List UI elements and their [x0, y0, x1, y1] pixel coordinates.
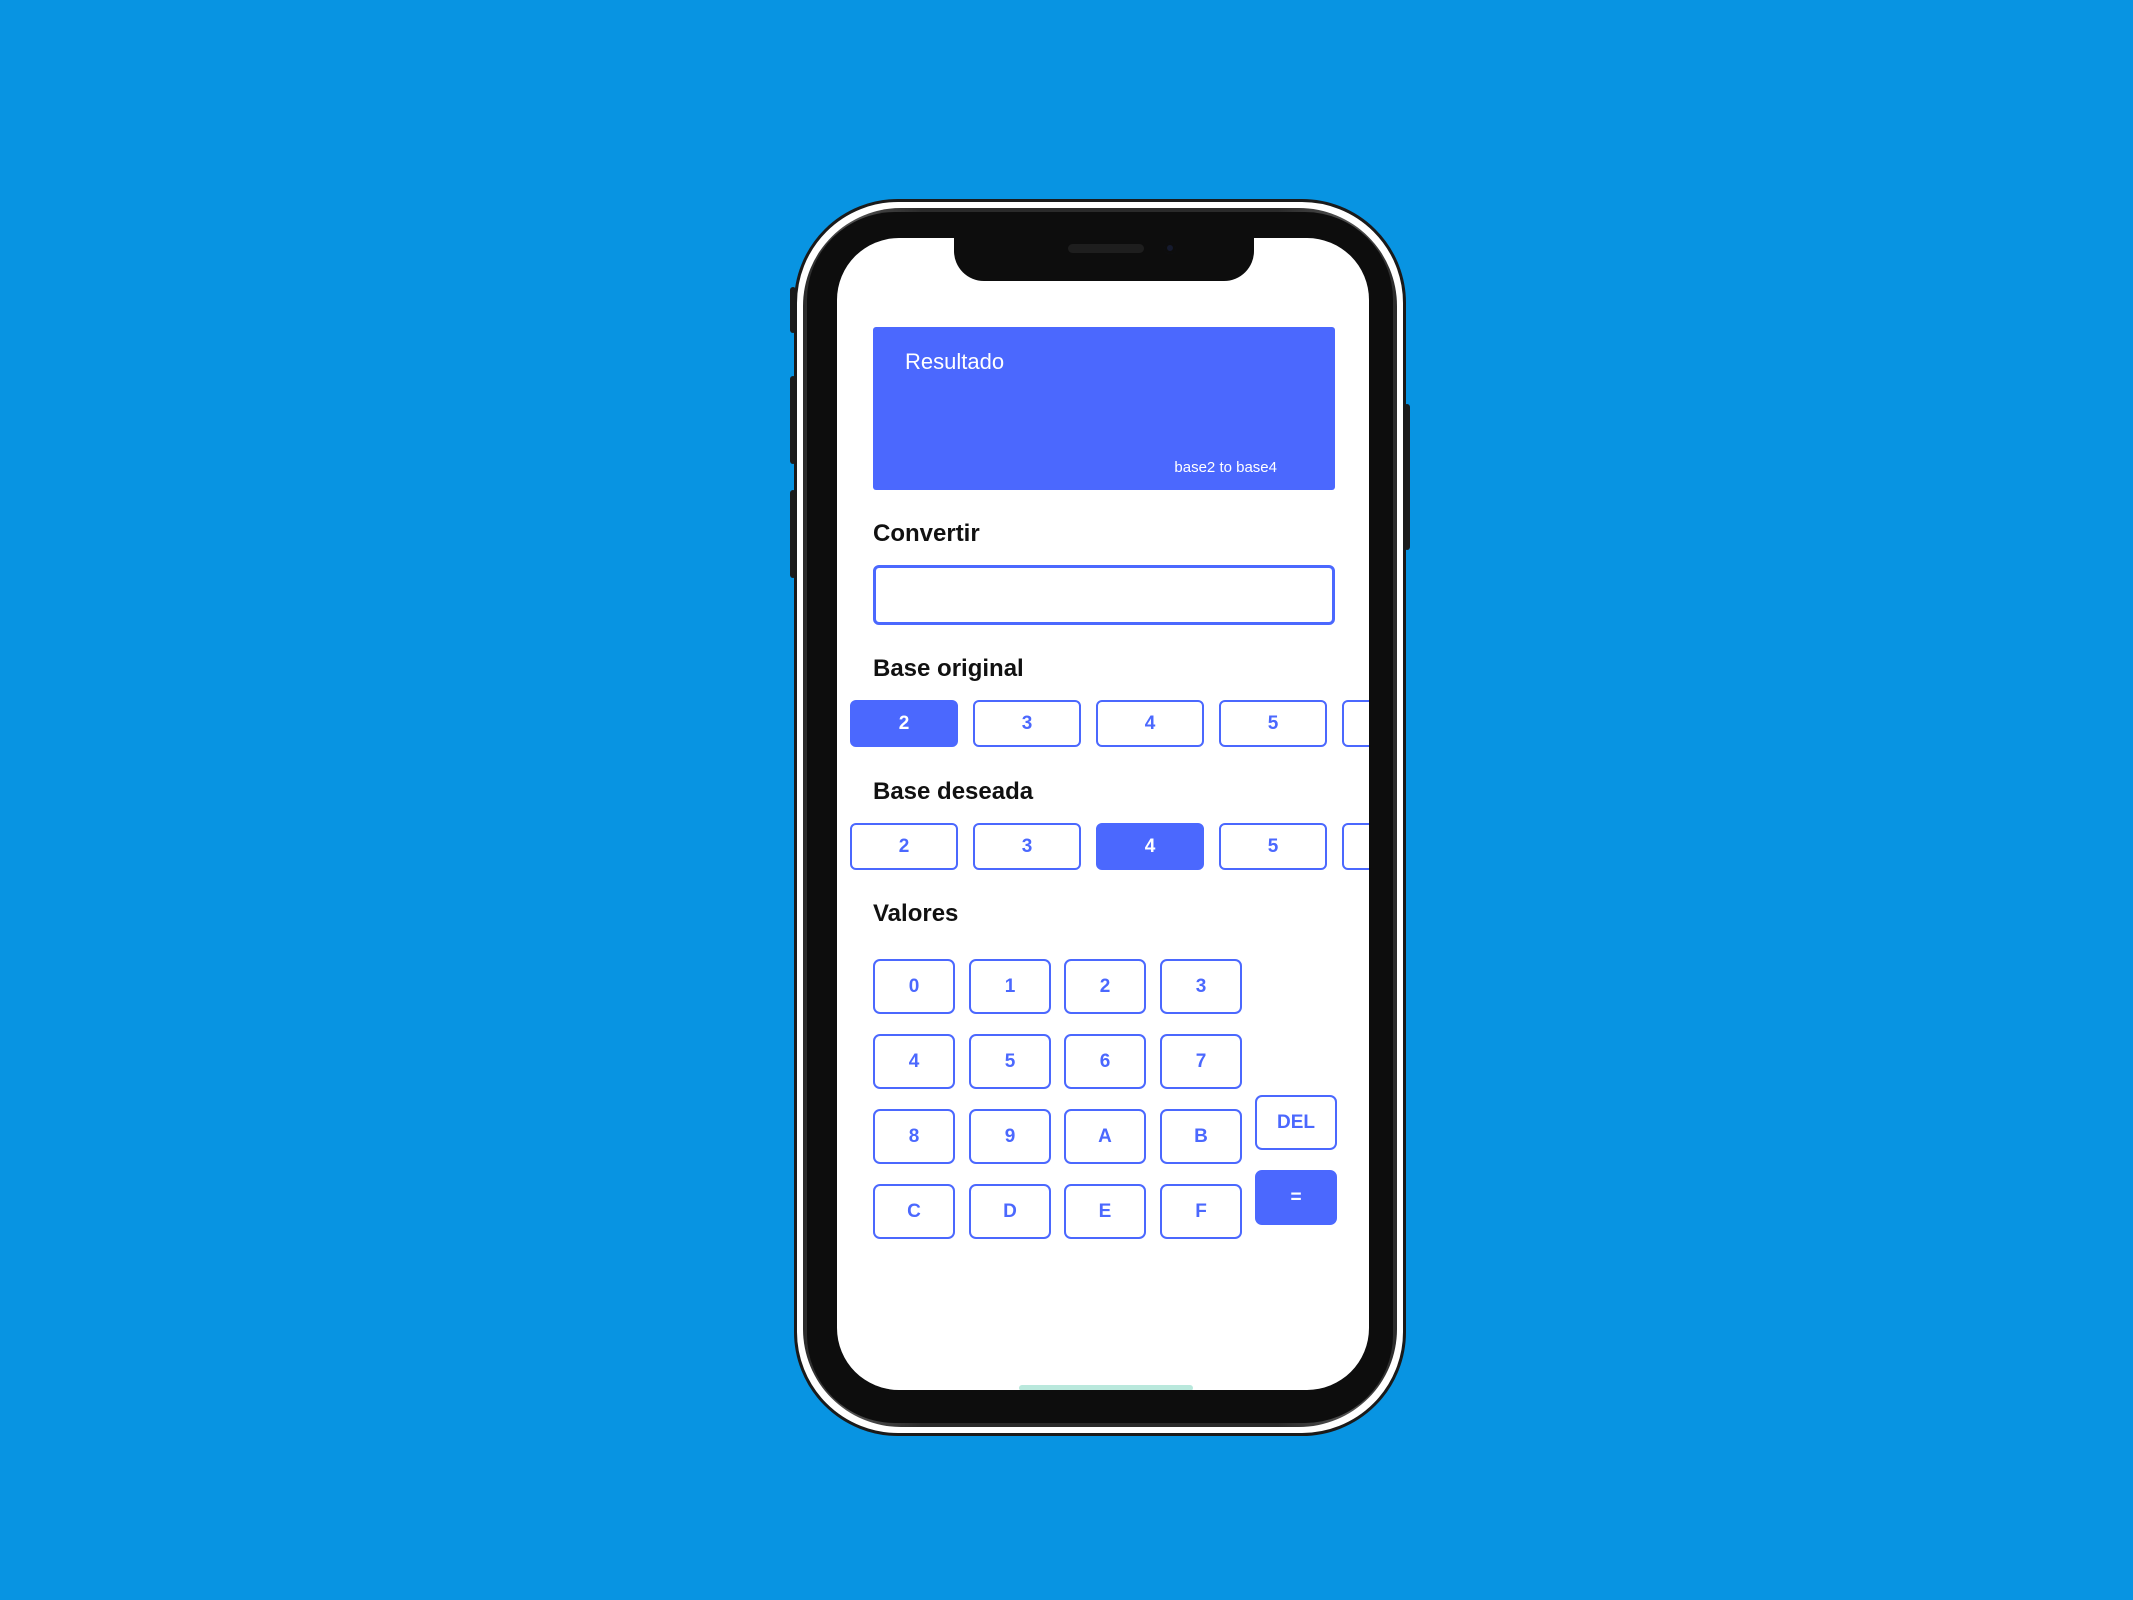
base-original-option-clipped[interactable]: [1342, 700, 1369, 747]
notch: [954, 238, 1254, 281]
base-deseada-label: Base deseada: [873, 778, 1034, 805]
base-deseada-option[interactable]: 2: [850, 823, 958, 870]
key-c[interactable]: C: [873, 1184, 955, 1239]
base-original-label: Base original: [873, 655, 1024, 682]
base-deseada-option[interactable]: 5: [1219, 823, 1327, 870]
key-7[interactable]: 7: [1160, 1034, 1242, 1089]
key-3[interactable]: 3: [1160, 959, 1242, 1014]
front-camera: [1164, 242, 1176, 254]
key-2[interactable]: 2: [1064, 959, 1146, 1014]
home-indicator[interactable]: [1019, 1385, 1193, 1390]
conversion-label: base2 to base4: [1174, 459, 1277, 476]
stage: Resultado base2 to base4 Convertir Base …: [0, 0, 2133, 1600]
convert-input[interactable]: [873, 565, 1335, 625]
key-0[interactable]: 0: [873, 959, 955, 1014]
app-screen: Resultado base2 to base4 Convertir Base …: [837, 238, 1369, 1390]
base-deseada-option[interactable]: 4: [1096, 823, 1204, 870]
key-f[interactable]: F: [1160, 1184, 1242, 1239]
convert-label: Convertir: [873, 520, 980, 547]
base-deseada-selector: 2345: [850, 823, 1369, 870]
result-card: Resultado base2 to base4: [873, 327, 1335, 490]
key-b[interactable]: B: [1160, 1109, 1242, 1164]
key-9[interactable]: 9: [969, 1109, 1051, 1164]
base-original-option[interactable]: 3: [973, 700, 1081, 747]
equals-button[interactable]: =: [1255, 1170, 1337, 1225]
base-original-selector: 2345: [850, 700, 1369, 747]
base-deseada-option[interactable]: 3: [973, 823, 1081, 870]
key-a[interactable]: A: [1064, 1109, 1146, 1164]
speaker-grille: [1068, 244, 1144, 253]
key-1[interactable]: 1: [969, 959, 1051, 1014]
key-8[interactable]: 8: [873, 1109, 955, 1164]
base-deseada-option-clipped[interactable]: [1342, 823, 1369, 870]
key-e[interactable]: E: [1064, 1184, 1146, 1239]
base-original-option[interactable]: 4: [1096, 700, 1204, 747]
key-d[interactable]: D: [969, 1184, 1051, 1239]
base-original-option[interactable]: 5: [1219, 700, 1327, 747]
delete-button[interactable]: DEL: [1255, 1095, 1337, 1150]
base-original-option[interactable]: 2: [850, 700, 958, 747]
result-title: Resultado: [905, 349, 1005, 374]
key-4[interactable]: 4: [873, 1034, 955, 1089]
valores-label: Valores: [873, 900, 959, 927]
key-5[interactable]: 5: [969, 1034, 1051, 1089]
phone-device: Resultado base2 to base4 Convertir Base …: [794, 199, 1406, 1436]
key-6[interactable]: 6: [1064, 1034, 1146, 1089]
